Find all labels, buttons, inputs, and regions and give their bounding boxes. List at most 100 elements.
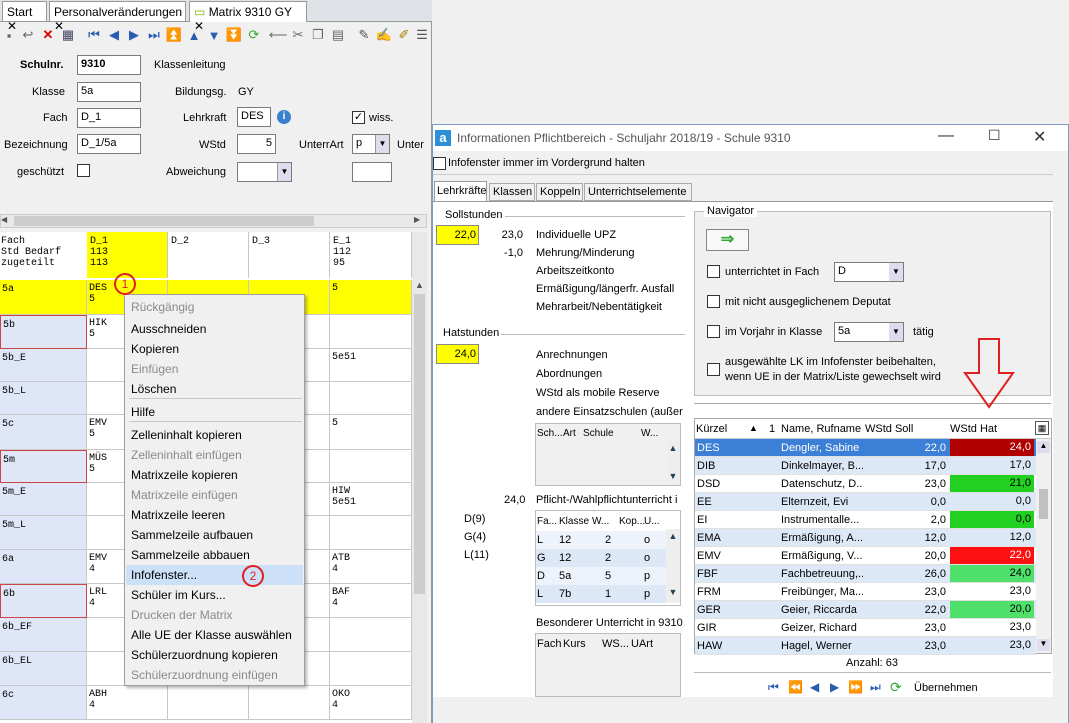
matrix-col-2[interactable]: D_3 [249, 232, 330, 278]
nav-fast-back-icon[interactable]: ⏪ [788, 680, 803, 694]
menu-item-8[interactable]: Matrixzeile kopieren [131, 465, 238, 485]
matrix-row-key[interactable]: 6c [0, 686, 87, 720]
calc-icon[interactable]: ▦ [60, 27, 76, 43]
tab-personal[interactable]: Personalveränderungen ✕ [49, 1, 186, 33]
maximize-icon[interactable]: ☐ [988, 127, 1001, 144]
matrix-cell-2[interactable] [249, 686, 330, 720]
note-icon[interactable]: ✐ [396, 27, 412, 43]
nav-next-icon[interactable]: ▶ [830, 680, 839, 694]
nav-last-icon[interactable]: ⏭ [870, 680, 881, 695]
nav-first-icon[interactable]: ⏮ [768, 680, 779, 695]
col-soll[interactable]: WStd Soll [865, 423, 913, 435]
column-chooser-icon[interactable]: ▦ [1035, 421, 1049, 435]
minimize-icon[interactable]: — [938, 127, 954, 145]
save-icon[interactable]: ▪ [1, 27, 17, 43]
opt1-checkbox[interactable] [707, 265, 720, 278]
first-icon[interactable]: ⏮ [86, 27, 102, 43]
chevron-down-icon[interactable]: ▼ [277, 163, 291, 181]
edit-icon[interactable]: ✍ [376, 27, 392, 43]
matrix-cell-3[interactable] [330, 652, 412, 686]
schulnr-field[interactable]: 9310 [77, 55, 141, 75]
matrix-cell-3[interactable] [330, 315, 412, 349]
last-icon[interactable]: ⏭ [146, 27, 162, 43]
scroll-up-icon[interactable]: ▲ [415, 280, 424, 290]
nav-go-button[interactable]: ⇒ [706, 229, 749, 251]
menu-item-13[interactable]: Infofenster... [126, 565, 303, 585]
nav-fast-forward-icon[interactable]: ⏩ [848, 680, 863, 694]
nav-prev-icon[interactable]: ◀ [810, 680, 819, 694]
list-icon[interactable]: ☰ [414, 27, 430, 43]
bezeichnung-field[interactable]: D_1/5a [77, 134, 141, 154]
tab-start[interactable]: Start ✕ [2, 1, 47, 33]
matrix-row-key[interactable]: 5b [0, 315, 87, 349]
grid-scroll-thumb[interactable] [1039, 489, 1048, 519]
matrix-col-0[interactable]: D_1 113 113 [87, 232, 168, 278]
uebernehmen-button[interactable]: Übernehmen [914, 682, 978, 694]
chevron-down-icon[interactable]: ▼ [889, 263, 903, 281]
menu-item-1[interactable]: Ausschneiden [131, 319, 206, 339]
matrix-cell-3[interactable]: ATB 4 [330, 550, 412, 584]
sort-icon[interactable]: ▲ [749, 423, 758, 433]
matrix-cell-3[interactable]: BAF 4 [330, 584, 412, 618]
opt3-checkbox[interactable] [707, 325, 720, 338]
tools-icon[interactable]: ✎ [356, 27, 372, 43]
wiss-checkbox[interactable]: ✓ [352, 111, 365, 124]
scroll-left-icon[interactable]: ◀ [1, 215, 7, 224]
lehrkraft-field[interactable]: DES [237, 107, 271, 127]
tab-lehrkraefte[interactable]: Lehrkräfte [434, 181, 487, 201]
menu-item-10[interactable]: Matrixzeile leeren [131, 505, 225, 525]
matrix-cell-0[interactable]: ABH 4 [87, 686, 168, 720]
back-icon[interactable]: ⟵ [269, 27, 288, 43]
col-name[interactable]: Name, Rufname [781, 423, 861, 435]
tab-klassen[interactable]: Klassen [489, 183, 535, 201]
matrix-row-key[interactable]: 6b [0, 584, 87, 618]
top-icon[interactable]: ⏫ [166, 27, 182, 43]
matrix-row-key[interactable]: 5b_L [0, 382, 87, 415]
matrix-cell-3[interactable] [330, 450, 412, 483]
up-icon[interactable]: ▲ [186, 27, 202, 43]
matrix-row-key[interactable]: 6a [0, 550, 87, 584]
pw-scroll[interactable]: ▲ ▼ [666, 529, 680, 603]
menu-item-11[interactable]: Sammelzeile aufbauen [131, 525, 253, 545]
matrix-cell-3[interactable]: OKO 4 [330, 686, 412, 720]
menu-item-2[interactable]: Kopieren [131, 339, 179, 359]
close-window-icon[interactable]: ✕ [1033, 127, 1046, 147]
matrix-cell-3[interactable]: 5 [330, 415, 412, 450]
h-scroll-thumb[interactable] [14, 216, 314, 226]
menu-item-4[interactable]: Löschen [131, 379, 176, 399]
prev-icon[interactable]: ◀ [106, 27, 122, 43]
matrix-cell-3[interactable]: 5e51 [330, 349, 412, 382]
menu-item-6[interactable]: Zelleninhalt kopieren [131, 425, 242, 445]
menu-item-12[interactable]: Sammelzeile abbauen [131, 545, 250, 565]
menu-item-5[interactable]: Hilfe [131, 402, 155, 422]
wstd-field[interactable]: 5 [237, 134, 276, 154]
geschuetzt-checkbox[interactable] [77, 164, 90, 177]
undo-icon[interactable]: ↩ [20, 27, 36, 43]
paste-icon[interactable]: ▤ [330, 27, 346, 43]
matrix-row-key[interactable]: 5m [0, 450, 87, 483]
opt4-checkbox[interactable] [707, 363, 720, 376]
klasse-field[interactable]: 5a [77, 82, 141, 102]
col-hat[interactable]: WStd Hat [950, 423, 997, 435]
matrix-row-key[interactable]: 5m_E [0, 483, 87, 516]
matrix-cell-1[interactable] [168, 686, 249, 720]
next-icon[interactable]: ▶ [126, 27, 142, 43]
chevron-down-icon[interactable]: ▼ [375, 135, 389, 153]
delete-icon[interactable]: ✕ [40, 27, 56, 43]
menu-item-16[interactable]: Alle UE der Klasse auswählen [131, 625, 292, 645]
tab-matrix[interactable]: ▭ Matrix 9310 GY ✕ [189, 1, 307, 33]
matrix-row-key[interactable]: 5c [0, 415, 87, 450]
matrix-cell-3[interactable] [330, 618, 412, 652]
fach-field[interactable]: D_1 [77, 108, 141, 128]
always-front-checkbox[interactable] [433, 157, 446, 170]
chevron-down-icon[interactable]: ▼ [889, 323, 903, 341]
ext-scroll[interactable]: ▲ ▼ [666, 441, 680, 485]
matrix-row-key[interactable]: 5b_E [0, 349, 87, 382]
opt2-checkbox[interactable] [707, 295, 720, 308]
matrix-row-key[interactable]: 6b_EL [0, 652, 87, 686]
tab-koppeln[interactable]: Koppeln [536, 183, 583, 201]
matrix-cell-3[interactable] [330, 516, 412, 550]
bottom-icon[interactable]: ⏬ [226, 27, 242, 43]
unter-field[interactable] [352, 162, 392, 182]
matrix-cell-3[interactable]: HIW 5e51 [330, 483, 412, 516]
